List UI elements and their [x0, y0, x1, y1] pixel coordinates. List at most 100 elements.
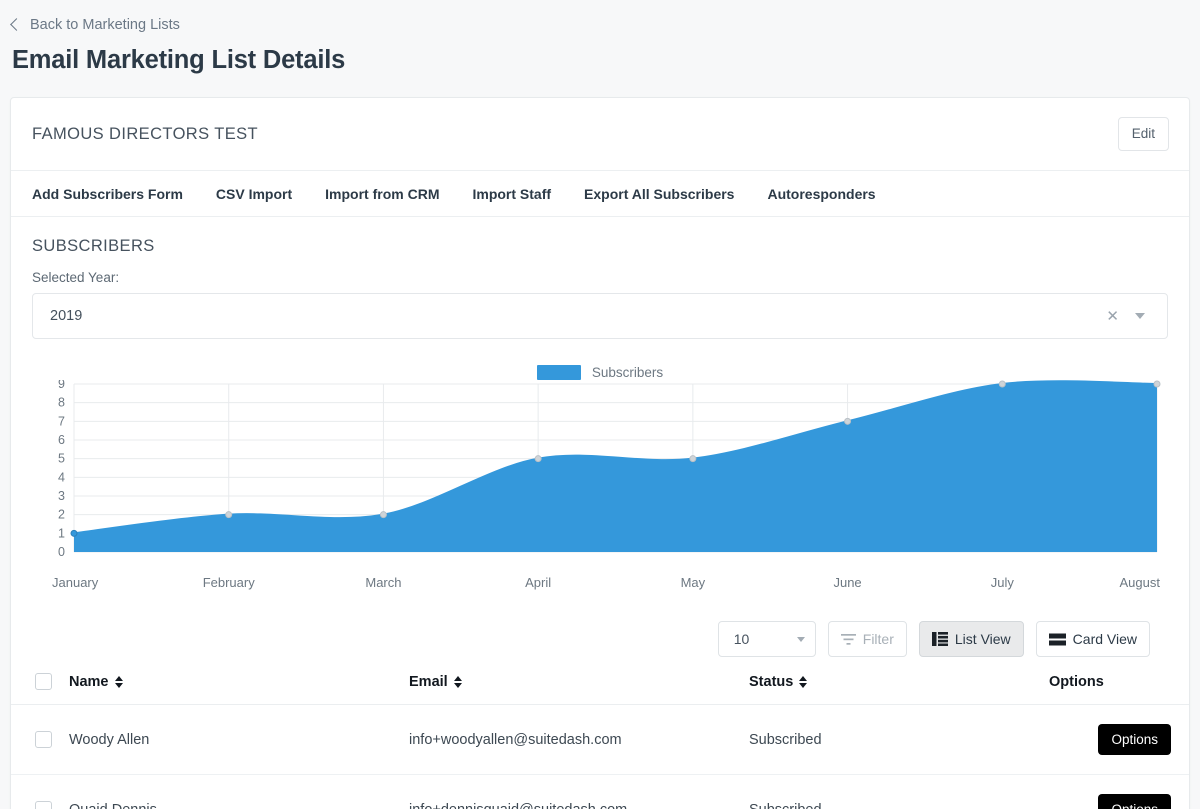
- action-tab-bar: Add Subscribers Form CSV Import Import f…: [11, 170, 1189, 217]
- per-page-select[interactable]: 10: [718, 621, 816, 657]
- row-checkbox[interactable]: [35, 801, 52, 809]
- back-link-label: Back to Marketing Lists: [30, 18, 180, 33]
- chart-data-point[interactable]: [690, 456, 696, 462]
- y-axis-tick: 8: [58, 396, 65, 410]
- column-label-email: Email: [409, 674, 448, 690]
- row-checkbox[interactable]: [35, 731, 52, 748]
- chart-area-fill: [74, 381, 1157, 552]
- y-axis-tick: 9: [58, 380, 65, 391]
- cell-email: info+woodyallen@suitedash.com: [409, 705, 749, 775]
- chart-data-point[interactable]: [845, 418, 851, 424]
- select-all-header: [11, 673, 69, 705]
- year-select[interactable]: 2019 ✕: [32, 293, 1168, 339]
- subscribers-heading: SUBSCRIBERS: [32, 237, 1168, 256]
- column-header-options: Options: [1049, 673, 1189, 705]
- column-header-email: Email: [409, 673, 749, 705]
- subscribers-section: SUBSCRIBERS Selected Year: 2019 ✕ Subscr…: [11, 217, 1189, 673]
- sort-by-status[interactable]: Status: [749, 674, 807, 690]
- y-axis-tick: 7: [58, 414, 65, 428]
- card-view-button[interactable]: Card View: [1036, 621, 1150, 657]
- subscribers-table: Name Email Sta: [11, 673, 1189, 809]
- chart-data-point[interactable]: [226, 512, 232, 518]
- y-axis-tick: 3: [58, 489, 65, 503]
- select-all-checkbox[interactable]: [35, 673, 52, 690]
- x-axis-tick: July: [991, 575, 1014, 590]
- edit-button[interactable]: Edit: [1118, 117, 1169, 151]
- row-select-cell: [11, 705, 69, 775]
- subscribers-area-chart: Subscribers 0123456789 JanuaryFebruaryMa…: [32, 365, 1168, 595]
- chart-data-point[interactable]: [380, 512, 386, 518]
- chevron-down-icon[interactable]: [1135, 313, 1145, 319]
- chart-plot-area: 0123456789: [32, 380, 1168, 570]
- cell-options: Options: [1049, 705, 1189, 775]
- filter-icon: [841, 633, 856, 646]
- x-axis-tick: June: [833, 575, 861, 590]
- sort-arrows-icon: [115, 676, 123, 688]
- tab-import-from-crm[interactable]: Import from CRM: [325, 186, 439, 202]
- per-page-value: 10: [734, 631, 797, 647]
- tab-import-staff[interactable]: Import Staff: [472, 186, 551, 202]
- tab-add-subscribers-form[interactable]: Add Subscribers Form: [32, 186, 183, 202]
- page-title: Email Marketing List Details: [12, 45, 1200, 76]
- chart-data-point[interactable]: [1154, 381, 1160, 387]
- table-toolbar: 10 Filter: [32, 595, 1168, 673]
- tab-export-all-subscribers[interactable]: Export All Subscribers: [584, 186, 734, 202]
- legend-label-subscribers: Subscribers: [592, 365, 663, 380]
- tab-autoresponders[interactable]: Autoresponders: [767, 186, 875, 202]
- chart-data-point[interactable]: [535, 456, 541, 462]
- row-options-button[interactable]: Options: [1098, 794, 1171, 809]
- chart-data-point[interactable]: [999, 381, 1005, 387]
- tab-csv-import[interactable]: CSV Import: [216, 186, 292, 202]
- y-axis-tick: 6: [58, 433, 65, 447]
- list-view-button[interactable]: List View: [919, 621, 1024, 657]
- y-axis-tick: 1: [58, 526, 65, 540]
- page-header: Back to Marketing Lists Email Marketing …: [0, 0, 1200, 75]
- x-axis-tick: January: [52, 575, 98, 590]
- table-body: Woody Alleninfo+woodyallen@suitedash.com…: [11, 705, 1189, 809]
- cell-name: Woody Allen: [69, 705, 409, 775]
- chevron-down-icon[interactable]: [797, 637, 805, 642]
- x-axis-tick: February: [203, 575, 255, 590]
- table-head: Name Email Sta: [11, 673, 1189, 705]
- sort-by-name[interactable]: Name: [69, 674, 123, 690]
- y-axis-tick: 4: [58, 470, 65, 484]
- y-axis-tick: 0: [58, 545, 65, 559]
- row-options-button[interactable]: Options: [1098, 724, 1171, 755]
- chart-data-point[interactable]: [71, 530, 77, 536]
- x-axis-tick: May: [681, 575, 706, 590]
- card-view-button-label: Card View: [1073, 631, 1137, 647]
- list-grid-icon: [932, 632, 948, 646]
- year-select-value: 2019: [50, 308, 1096, 324]
- y-axis-tick: 5: [58, 452, 65, 466]
- cell-options: Options: [1049, 775, 1189, 809]
- filter-button-label: Filter: [863, 631, 894, 647]
- cell-status: Subscribed: [749, 775, 1049, 809]
- list-details-card: FAMOUS DIRECTORS TEST Edit Add Subscribe…: [10, 97, 1190, 809]
- table-header-row: Name Email Sta: [11, 673, 1189, 705]
- legend-swatch-subscribers: [537, 365, 581, 380]
- card-bars-icon: [1049, 633, 1066, 646]
- table-row: Woody Alleninfo+woodyallen@suitedash.com…: [11, 705, 1189, 775]
- column-header-name: Name: [69, 673, 409, 705]
- cell-email: info+dennisquaid@suitedash.com: [409, 775, 749, 809]
- chevron-left-icon: [10, 18, 23, 31]
- row-select-cell: [11, 775, 69, 809]
- cell-name: Quaid Dennis: [69, 775, 409, 809]
- x-axis-tick: August: [1120, 575, 1160, 590]
- list-name-title: FAMOUS DIRECTORS TEST: [32, 125, 258, 144]
- table-row: Quaid Dennisinfo+dennisquaid@suitedash.c…: [11, 775, 1189, 809]
- cell-status: Subscribed: [749, 705, 1049, 775]
- sort-arrows-icon: [799, 676, 807, 688]
- chart-svg: 0123456789: [32, 380, 1168, 565]
- column-label-status: Status: [749, 674, 793, 690]
- chart-x-axis: January February March April May June July Augu…: [32, 575, 1168, 595]
- x-axis-tick: March: [365, 575, 401, 590]
- back-to-marketing-lists-link[interactable]: Back to Marketing Lists: [12, 18, 1200, 33]
- chart-legend: Subscribers: [32, 365, 1168, 380]
- x-axis-tick: April: [525, 575, 551, 590]
- sort-by-email[interactable]: Email: [409, 674, 462, 690]
- column-header-status: Status: [749, 673, 1049, 705]
- sort-arrows-icon: [454, 676, 462, 688]
- close-x-icon[interactable]: ✕: [1096, 309, 1129, 324]
- filter-button[interactable]: Filter: [828, 621, 907, 657]
